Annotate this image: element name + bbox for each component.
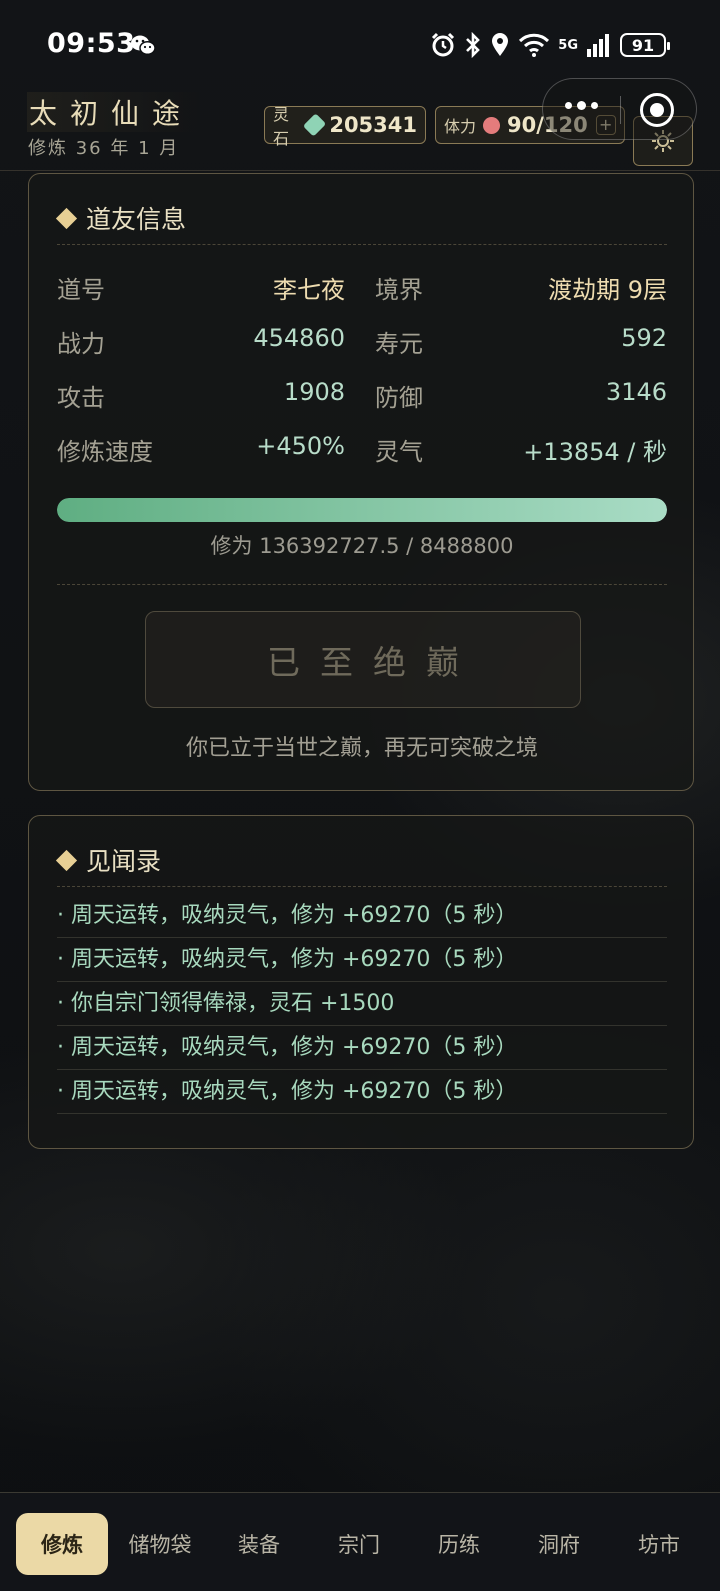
list-item: · 周天运转，吸纳灵气，修为 +69270（5 秒） bbox=[57, 894, 667, 938]
lifespan-value: 592 bbox=[621, 324, 667, 352]
info-row: 战力 454860 寿元 592 bbox=[57, 324, 667, 364]
alarm-icon bbox=[432, 32, 455, 57]
event-log-list: · 周天运转，吸纳灵气，修为 +69270（5 秒） · 周天运转，吸纳灵气，修… bbox=[57, 894, 667, 1114]
more-menu-icon[interactable] bbox=[565, 101, 598, 110]
panel-title: 见闻录 bbox=[55, 842, 162, 878]
stat-label: 战力 bbox=[57, 330, 105, 358]
nav-tab-storage[interactable]: 储物袋 bbox=[114, 1513, 206, 1575]
wechat-icon bbox=[131, 35, 156, 56]
nav-tab-sect[interactable]: 宗门 bbox=[313, 1513, 405, 1575]
close-miniprogram-icon[interactable] bbox=[640, 93, 674, 127]
cultivation-speed-value: +450% bbox=[256, 432, 345, 460]
network-type: 5G bbox=[558, 37, 578, 53]
attack-value: 1908 bbox=[283, 378, 345, 406]
list-item: · 周天运转，吸纳灵气，修为 +69270（5 秒） bbox=[57, 938, 667, 982]
panel-title-text: 见闻录 bbox=[86, 847, 162, 876]
nav-tab-market[interactable]: 坊市 bbox=[613, 1513, 705, 1575]
stat-label: 灵气 bbox=[375, 438, 423, 466]
stamina-label: 体力 bbox=[444, 117, 477, 136]
stat-label: 道号 bbox=[57, 276, 105, 304]
nav-tab-adventure[interactable]: 历练 bbox=[413, 1513, 505, 1575]
player-name: 李七夜 bbox=[273, 276, 345, 304]
spirit-stone-counter: 灵石 205341 bbox=[264, 105, 426, 148]
location-icon bbox=[492, 33, 509, 56]
stamina-orb-icon bbox=[483, 116, 501, 134]
wifi-icon bbox=[519, 33, 550, 57]
list-item: · 周天运转，吸纳灵气，修为 +69270（5 秒） bbox=[57, 1026, 667, 1070]
cultivation-time: 修炼 36 年 1 月 bbox=[28, 138, 180, 159]
stat-label: 防御 bbox=[375, 384, 423, 412]
signal-icon bbox=[587, 34, 609, 57]
status-bar: 09:53 5G 91 bbox=[0, 0, 720, 90]
bottom-nav: 修炼 储物袋 装备 宗门 历练 洞府 坊市 bbox=[0, 1492, 720, 1591]
status-time: 09:53 bbox=[47, 28, 136, 59]
peak-note: 你已立于当世之巅，再无可突破之境 bbox=[185, 736, 538, 761]
nav-tab-cave[interactable]: 洞府 bbox=[513, 1513, 605, 1575]
spirit-stone-value: 205341 bbox=[329, 113, 417, 137]
game-title: 太初仙途 bbox=[27, 92, 200, 132]
bluetooth-icon bbox=[466, 32, 481, 58]
power-value: 454860 bbox=[253, 324, 345, 352]
event-log-panel: 见闻录 · 周天运转，吸纳灵气，修为 +69270（5 秒） · 周天运转，吸纳… bbox=[28, 815, 694, 1149]
spirit-stone-label: 灵石 bbox=[273, 105, 290, 148]
diamond-icon bbox=[55, 849, 78, 871]
realm-value: 渡劫期 9层 bbox=[548, 276, 667, 304]
list-item: · 你自宗门领得俸禄，灵石 +1500 bbox=[57, 982, 667, 1026]
progress-fill bbox=[57, 498, 667, 522]
defense-value: 3146 bbox=[605, 378, 667, 406]
diamond-icon bbox=[55, 207, 78, 229]
gem-icon bbox=[302, 113, 327, 137]
nav-tab-equipment[interactable]: 装备 bbox=[213, 1513, 305, 1575]
game-header: 太初仙途 修炼 36 年 1 月 灵石 205341 体力 90/120 + bbox=[0, 78, 720, 171]
battery-level: 91 bbox=[631, 35, 655, 55]
stat-label: 修炼速度 bbox=[57, 438, 153, 466]
stat-label: 攻击 bbox=[57, 384, 105, 412]
info-row: 攻击 1908 防御 3146 bbox=[57, 378, 667, 418]
stat-label: 境界 bbox=[375, 276, 423, 304]
panel-title: 道友信息 bbox=[55, 200, 187, 236]
list-item: · 周天运转，吸纳灵气，修为 +69270（5 秒） bbox=[57, 1070, 667, 1114]
panel-title-text: 道友信息 bbox=[86, 205, 187, 234]
cultivation-progress-bar bbox=[57, 498, 667, 522]
breakthrough-button[interactable]: 已至绝巅 bbox=[145, 611, 581, 708]
cultivation-progress-text: 修为 136392727.5 / 8488800 bbox=[210, 534, 514, 558]
battery-indicator: 91 bbox=[620, 33, 670, 57]
miniprogram-capsule bbox=[542, 78, 697, 140]
nav-tab-cultivate[interactable]: 修炼 bbox=[16, 1513, 108, 1575]
qi-rate-value: +13854 / 秒 bbox=[523, 438, 667, 466]
info-row: 道号 李七夜 境界 渡劫期 9层 bbox=[57, 270, 667, 310]
info-row: 修炼速度 +450% 灵气 +13854 / 秒 bbox=[57, 432, 667, 472]
stat-label: 寿元 bbox=[375, 330, 423, 358]
player-info-panel: 道友信息 道号 李七夜 境界 渡劫期 9层 战力 454860 寿元 592 攻… bbox=[28, 173, 694, 791]
